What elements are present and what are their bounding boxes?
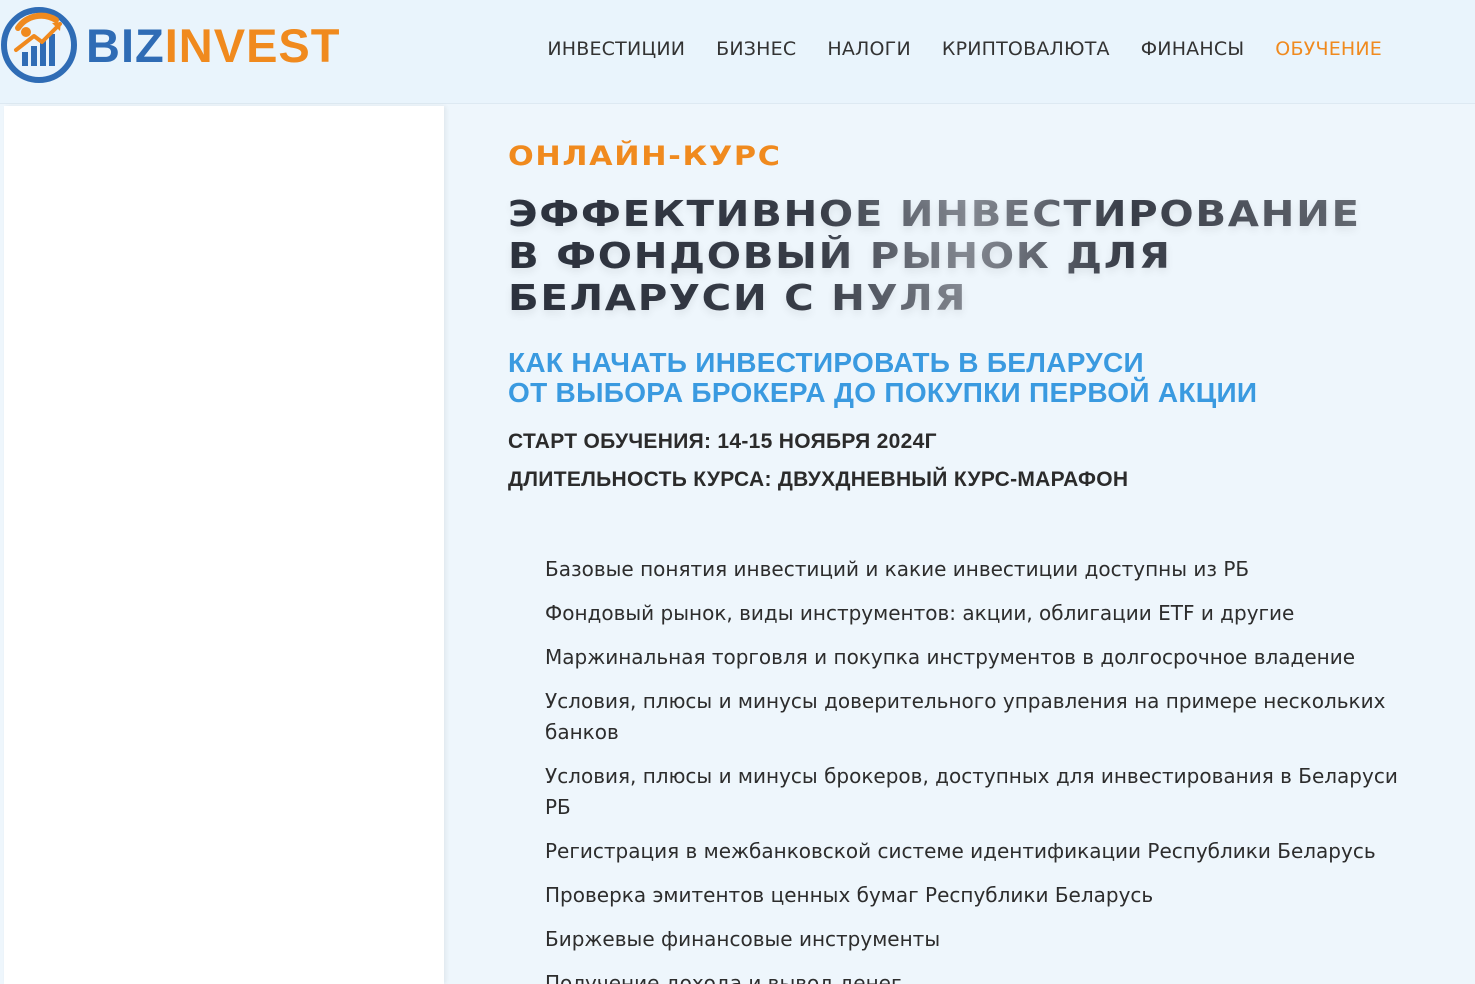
logo-text-invest: INVEST bbox=[164, 18, 341, 72]
course-subtitle-line-2: ОТ ВЫБОРА БРОКЕРА ДО ПОКУПКИ ПЕРВОЙ АКЦИ… bbox=[508, 377, 1258, 408]
nav-item-crypto[interactable]: КРИПТОВАЛЮТА bbox=[942, 38, 1110, 60]
logo-text-biz: BIZ bbox=[86, 18, 165, 72]
main-nav: ИНВЕСТИЦИИ БИЗНЕС НАЛОГИ КРИПТОВАЛЮТА ФИ… bbox=[547, 0, 1382, 98]
site-logo[interactable]: BIZ INVEST bbox=[0, 6, 340, 84]
topic-item: Биржевые финансовые инструменты bbox=[545, 927, 941, 951]
topic-item: Условия, плюсы и минусы брокеров, доступ… bbox=[545, 764, 1398, 819]
left-panel bbox=[4, 106, 444, 984]
site-header: BIZ INVEST ИНВЕСТИЦИИ БИЗНЕС НАЛОГИ КРИПТ… bbox=[0, 0, 1475, 104]
course-start-date: СТАРТ ОБУЧЕНИЯ: 14-15 НОЯБРЯ 2024Г bbox=[508, 430, 937, 453]
nav-item-business[interactable]: БИЗНЕС bbox=[716, 38, 796, 60]
course-subtitle: КАК НАЧАТЬ ИНВЕСТИРОВАТЬ В БЕЛАРУСИ ОТ В… bbox=[508, 348, 1438, 408]
nav-item-taxes[interactable]: НАЛОГИ bbox=[827, 38, 911, 60]
topic-item: Фондовый рынок, виды инструментов: акции… bbox=[545, 601, 1295, 625]
topic-item: Условия, плюсы и минусы доверительного у… bbox=[545, 689, 1386, 744]
course-content: ОНЛАЙН-КУРС ЭФФЕКТИВНОЕ ИНВЕСТИРОВАНИЕ В… bbox=[508, 138, 1438, 984]
topic-item: Проверка эмитентов ценных бумаг Республи… bbox=[545, 883, 1154, 907]
course-eyebrow: ОНЛАЙН-КУРС bbox=[508, 141, 782, 172]
nav-item-education[interactable]: ОБУЧЕНИЕ bbox=[1275, 38, 1382, 60]
course-subtitle-line-1: КАК НАЧАТЬ ИНВЕСТИРОВАТЬ В БЕЛАРУСИ bbox=[508, 347, 1144, 378]
nav-item-investments[interactable]: ИНВЕСТИЦИИ bbox=[547, 38, 685, 60]
topic-item: Базовые понятия инвестиций и какие инвес… bbox=[545, 557, 1250, 581]
topic-item: Получение дохода и вывод денег bbox=[545, 971, 902, 984]
course-topics-list: Базовые понятия инвестиций и какие инвес… bbox=[545, 554, 1425, 984]
course-duration: ДЛИТЕЛЬНОСТЬ КУРСА: ДВУХДНЕВНЫЙ КУРС-МАР… bbox=[508, 468, 1129, 491]
topic-item: Регистрация в межбанковской системе иден… bbox=[545, 839, 1376, 863]
course-title: ЭФФЕКТИВНОЕ ИНВЕСТИРОВАНИЕ В ФОНДОВЫЙ РЫ… bbox=[508, 194, 1393, 320]
nav-item-finance[interactable]: ФИНАНСЫ bbox=[1141, 38, 1245, 60]
topic-item: Маржинальная торговля и покупка инструме… bbox=[545, 645, 1356, 669]
logo-wordmark: BIZ INVEST bbox=[86, 22, 340, 69]
logo-chart-icon bbox=[0, 6, 78, 84]
